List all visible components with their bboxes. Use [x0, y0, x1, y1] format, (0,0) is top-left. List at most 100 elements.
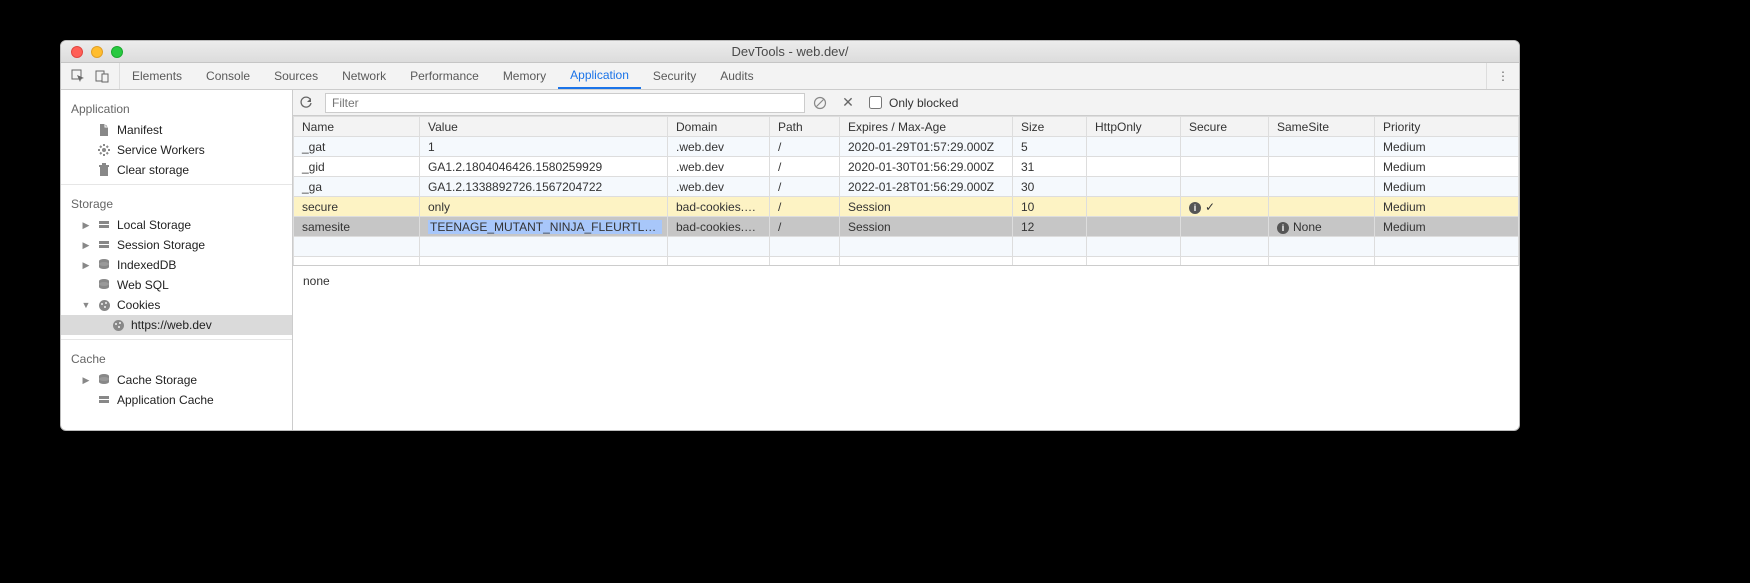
tab-audits[interactable]: Audits — [708, 63, 765, 89]
cell-samesite[interactable] — [1269, 177, 1375, 197]
sidebar-item-service-workers[interactable]: Service Workers — [61, 140, 292, 160]
cell-name[interactable]: secure — [294, 197, 420, 217]
cell-secure[interactable] — [1181, 137, 1269, 157]
only-blocked-input[interactable] — [869, 96, 882, 109]
column-header-name[interactable]: Name — [294, 117, 420, 137]
cell-expires[interactable]: Session — [840, 217, 1013, 237]
cell-name[interactable]: samesite — [294, 217, 420, 237]
cell-expires[interactable]: 2020-01-30T01:56:29.000Z — [840, 157, 1013, 177]
column-header-priority[interactable]: Priority — [1375, 117, 1519, 137]
cell-size[interactable]: 31 — [1013, 157, 1087, 177]
table-row[interactable]: _gidGA1.2.1804046426.1580259929.web.dev/… — [294, 157, 1519, 177]
cell-size[interactable]: 30 — [1013, 177, 1087, 197]
filter-input[interactable] — [325, 93, 805, 113]
column-header-samesite[interactable]: SameSite — [1269, 117, 1375, 137]
cell-path[interactable]: / — [770, 157, 840, 177]
sidebar-item-local-storage[interactable]: ▶Local Storage — [61, 215, 292, 235]
chevron-right-icon[interactable]: ▶ — [81, 260, 91, 271]
tab-performance[interactable]: Performance — [398, 63, 491, 89]
cell-path[interactable]: / — [770, 217, 840, 237]
table-row[interactable]: _gat1.web.dev/2020-01-29T01:57:29.000Z5 M… — [294, 137, 1519, 157]
sidebar-item-https-web-dev[interactable]: https://web.dev — [61, 315, 292, 335]
sidebar-item-cache-storage[interactable]: ▶Cache Storage — [61, 370, 292, 390]
column-header-value[interactable]: Value — [420, 117, 668, 137]
sidebar-item-session-storage[interactable]: ▶ Session Storage — [61, 235, 292, 255]
table-row[interactable]: samesiteTEENAGE_MUTANT_NINJA_FLEURTLESba… — [294, 217, 1519, 237]
cell-path[interactable]: / — [770, 137, 840, 157]
sidebar-item-manifest[interactable]: Manifest — [61, 120, 292, 140]
sidebar-item-application-cache[interactable]: Application Cache — [61, 390, 292, 410]
cell-size[interactable]: 12 — [1013, 217, 1087, 237]
cell-httponly[interactable] — [1087, 197, 1181, 217]
cell-value[interactable]: GA1.2.1804046426.1580259929 — [420, 157, 668, 177]
cell-httponly[interactable] — [1087, 177, 1181, 197]
cell-priority[interactable]: Medium — [1375, 177, 1519, 197]
column-header-httponly[interactable]: HttpOnly — [1087, 117, 1181, 137]
tab-network[interactable]: Network — [330, 63, 398, 89]
chevron-right-icon[interactable]: ▶ — [81, 375, 91, 386]
tab-elements[interactable]: Elements — [120, 63, 194, 89]
only-blocked-checkbox[interactable]: Only blocked — [865, 93, 958, 112]
delete-selected-button[interactable]: ✕ — [839, 94, 857, 111]
chevron-right-icon[interactable]: ▶ — [81, 220, 91, 231]
cell-domain[interactable]: .web.dev — [668, 157, 770, 177]
column-header-size[interactable]: Size — [1013, 117, 1087, 137]
cell-name[interactable]: _gid — [294, 157, 420, 177]
cell-size[interactable]: 10 — [1013, 197, 1087, 217]
cell-expires[interactable]: 2020-01-29T01:57:29.000Z — [840, 137, 1013, 157]
cell-samesite[interactable]: iNone — [1269, 217, 1375, 237]
chevron-down-icon[interactable]: ▼ — [81, 300, 91, 310]
cell-httponly[interactable] — [1087, 217, 1181, 237]
sidebar-item-web-sql[interactable]: Web SQL — [61, 275, 292, 295]
column-header-secure[interactable]: Secure — [1181, 117, 1269, 137]
cell-domain[interactable]: .web.dev — [668, 177, 770, 197]
sidebar-item-label: Session Storage — [117, 238, 205, 252]
device-toolbar-icon[interactable] — [95, 69, 109, 83]
table-row[interactable]: _gaGA1.2.1338892726.1567204722.web.dev/2… — [294, 177, 1519, 197]
cell-size[interactable]: 5 — [1013, 137, 1087, 157]
cell-domain[interactable]: .web.dev — [668, 137, 770, 157]
cell-expires[interactable]: Session — [840, 197, 1013, 217]
chevron-right-icon[interactable]: ▶ — [81, 240, 91, 251]
cell-value[interactable]: TEENAGE_MUTANT_NINJA_FLEURTLES — [420, 217, 668, 237]
cell-priority[interactable]: Medium — [1375, 217, 1519, 237]
tab-sources[interactable]: Sources — [262, 63, 330, 89]
sidebar-item-clear-storage[interactable]: Clear storage — [61, 160, 292, 180]
column-header-expires-max-age[interactable]: Expires / Max-Age — [840, 117, 1013, 137]
cell-path[interactable]: / — [770, 177, 840, 197]
cell-secure[interactable] — [1181, 177, 1269, 197]
tab-security[interactable]: Security — [641, 63, 708, 89]
cell-samesite[interactable] — [1269, 157, 1375, 177]
cell-domain[interactable]: bad-cookies.g… — [668, 197, 770, 217]
cell-domain[interactable]: bad-cookies.g… — [668, 217, 770, 237]
cell-priority[interactable]: Medium — [1375, 137, 1519, 157]
cell-httponly[interactable] — [1087, 157, 1181, 177]
inspect-element-icon[interactable] — [71, 69, 85, 83]
cell-samesite[interactable] — [1269, 197, 1375, 217]
cell-samesite[interactable] — [1269, 137, 1375, 157]
cell-path[interactable]: / — [770, 197, 840, 217]
cell-secure[interactable]: i✓ — [1181, 197, 1269, 217]
cell-priority[interactable]: Medium — [1375, 197, 1519, 217]
cell-secure[interactable] — [1181, 157, 1269, 177]
cell-expires[interactable]: 2022-01-28T01:56:29.000Z — [840, 177, 1013, 197]
tab-memory[interactable]: Memory — [491, 63, 558, 89]
table-row[interactable]: secureonlybad-cookies.g…/Session10 i✓ Medi… — [294, 197, 1519, 217]
cell-name[interactable]: _ga — [294, 177, 420, 197]
clear-all-button[interactable] — [813, 96, 831, 110]
cell-priority[interactable]: Medium — [1375, 157, 1519, 177]
column-header-domain[interactable]: Domain — [668, 117, 770, 137]
more-menu-button[interactable]: ⋮ — [1486, 63, 1519, 89]
cell-value[interactable]: GA1.2.1338892726.1567204722 — [420, 177, 668, 197]
tab-console[interactable]: Console — [194, 63, 262, 89]
cell-value[interactable]: 1 — [420, 137, 668, 157]
cell-httponly[interactable] — [1087, 137, 1181, 157]
column-header-path[interactable]: Path — [770, 117, 840, 137]
tab-application[interactable]: Application — [558, 63, 641, 89]
cell-secure[interactable] — [1181, 217, 1269, 237]
cell-name[interactable]: _gat — [294, 137, 420, 157]
refresh-button[interactable] — [299, 96, 317, 110]
sidebar-item-cookies[interactable]: ▼Cookies — [61, 295, 292, 315]
cell-value[interactable]: only — [420, 197, 668, 217]
sidebar-item-indexeddb[interactable]: ▶IndexedDB — [61, 255, 292, 275]
